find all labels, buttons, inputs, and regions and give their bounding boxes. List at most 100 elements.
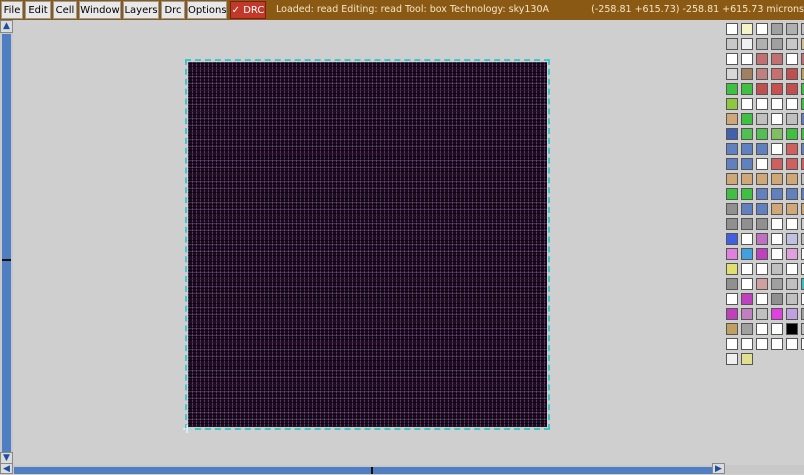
- layer-swatch[interactable]: [756, 278, 768, 290]
- layer-swatch[interactable]: [786, 203, 798, 215]
- vertical-scroll-thumb[interactable]: [2, 259, 11, 261]
- layer-swatch[interactable]: [726, 38, 738, 50]
- vertical-scrollbar[interactable]: ▲ ▼: [0, 20, 13, 465]
- layer-swatch[interactable]: [756, 68, 768, 80]
- layer-swatch[interactable]: [771, 188, 783, 200]
- layer-swatch[interactable]: [741, 353, 753, 365]
- layer-swatch[interactable]: [771, 128, 783, 140]
- layer-swatch[interactable]: [786, 83, 798, 95]
- layer-swatch[interactable]: [741, 308, 753, 320]
- layer-swatch[interactable]: [726, 68, 738, 80]
- layer-swatch[interactable]: [726, 128, 738, 140]
- layer-swatch[interactable]: [726, 323, 738, 335]
- layer-swatch[interactable]: [756, 293, 768, 305]
- layer-swatch[interactable]: [741, 128, 753, 140]
- layer-swatch[interactable]: [741, 248, 753, 260]
- layer-swatch[interactable]: [726, 353, 738, 365]
- layer-swatch[interactable]: [741, 83, 753, 95]
- layer-swatch[interactable]: [786, 338, 798, 350]
- layer-swatch[interactable]: [786, 308, 798, 320]
- layer-swatch[interactable]: [771, 173, 783, 185]
- menu-options[interactable]: Options: [187, 1, 227, 19]
- layer-swatch[interactable]: [726, 233, 738, 245]
- layer-swatch[interactable]: [771, 218, 783, 230]
- layer-swatch[interactable]: [771, 83, 783, 95]
- horizontal-scrollbar[interactable]: ◀ ▶: [0, 463, 804, 474]
- menu-edit[interactable]: Edit: [25, 1, 51, 19]
- layer-swatch[interactable]: [771, 338, 783, 350]
- layer-swatch[interactable]: [771, 38, 783, 50]
- layer-swatch[interactable]: [756, 113, 768, 125]
- layer-swatch[interactable]: [786, 233, 798, 245]
- layer-swatch[interactable]: [786, 218, 798, 230]
- drc-toggle[interactable]: ✓ DRC: [230, 1, 266, 19]
- layer-swatch[interactable]: [741, 38, 753, 50]
- layer-swatch[interactable]: [741, 278, 753, 290]
- chip-layout[interactable]: [185, 59, 550, 430]
- vertical-scroll-track[interactable]: [2, 34, 11, 463]
- layer-swatch[interactable]: [741, 323, 753, 335]
- layer-swatch[interactable]: [741, 68, 753, 80]
- menu-file[interactable]: File: [1, 1, 23, 19]
- layer-swatch[interactable]: [771, 203, 783, 215]
- layer-swatch[interactable]: [726, 158, 738, 170]
- layer-swatch[interactable]: [786, 293, 798, 305]
- layer-swatch[interactable]: [786, 53, 798, 65]
- layout-canvas[interactable]: +: [14, 20, 722, 465]
- layer-swatch[interactable]: [726, 53, 738, 65]
- layer-swatch[interactable]: [771, 293, 783, 305]
- layer-swatch[interactable]: [771, 113, 783, 125]
- layer-swatch[interactable]: [741, 218, 753, 230]
- layer-swatch[interactable]: [756, 83, 768, 95]
- layer-swatch[interactable]: [771, 98, 783, 110]
- layer-swatch[interactable]: [726, 83, 738, 95]
- layer-swatch[interactable]: [726, 173, 738, 185]
- layer-swatch[interactable]: [771, 323, 783, 335]
- layer-swatch[interactable]: [726, 263, 738, 275]
- layer-swatch[interactable]: [741, 53, 753, 65]
- layer-swatch[interactable]: [756, 263, 768, 275]
- layer-swatch[interactable]: [756, 233, 768, 245]
- layer-swatch[interactable]: [726, 203, 738, 215]
- layer-swatch[interactable]: [786, 68, 798, 80]
- layer-swatch[interactable]: [741, 188, 753, 200]
- layer-swatch[interactable]: [726, 218, 738, 230]
- layer-swatch[interactable]: [741, 293, 753, 305]
- layer-swatch[interactable]: [771, 308, 783, 320]
- menu-layers[interactable]: Layers: [123, 1, 159, 19]
- layer-swatch[interactable]: [726, 278, 738, 290]
- layer-swatch[interactable]: [756, 143, 768, 155]
- layer-swatch[interactable]: [756, 23, 768, 35]
- layer-swatch[interactable]: [771, 263, 783, 275]
- layer-swatch[interactable]: [771, 23, 783, 35]
- layer-swatch[interactable]: [726, 293, 738, 305]
- layer-swatch[interactable]: [786, 128, 798, 140]
- layer-swatch[interactable]: [726, 113, 738, 125]
- layer-swatch[interactable]: [741, 113, 753, 125]
- layer-swatch[interactable]: [786, 143, 798, 155]
- layer-swatch[interactable]: [741, 173, 753, 185]
- layer-swatch[interactable]: [726, 98, 738, 110]
- layer-swatch[interactable]: [771, 233, 783, 245]
- layer-swatch[interactable]: [771, 143, 783, 155]
- layer-swatch[interactable]: [741, 143, 753, 155]
- scroll-left-icon[interactable]: ◀: [0, 463, 13, 474]
- menu-window[interactable]: Window: [79, 1, 121, 19]
- layer-swatch[interactable]: [786, 98, 798, 110]
- layer-swatch[interactable]: [741, 203, 753, 215]
- layer-swatch[interactable]: [726, 188, 738, 200]
- menu-drc[interactable]: Drc: [161, 1, 185, 19]
- layer-swatch[interactable]: [726, 23, 738, 35]
- layer-swatch[interactable]: [756, 98, 768, 110]
- layer-swatch[interactable]: [756, 158, 768, 170]
- layer-swatch[interactable]: [771, 278, 783, 290]
- horizontal-scroll-thumb[interactable]: [371, 467, 373, 474]
- layer-swatch[interactable]: [786, 188, 798, 200]
- layer-swatch[interactable]: [771, 53, 783, 65]
- layer-swatch[interactable]: [771, 158, 783, 170]
- layer-swatch[interactable]: [756, 188, 768, 200]
- layer-swatch[interactable]: [756, 173, 768, 185]
- layer-swatch[interactable]: [786, 23, 798, 35]
- layer-swatch[interactable]: [741, 263, 753, 275]
- scroll-right-icon[interactable]: ▶: [712, 463, 725, 474]
